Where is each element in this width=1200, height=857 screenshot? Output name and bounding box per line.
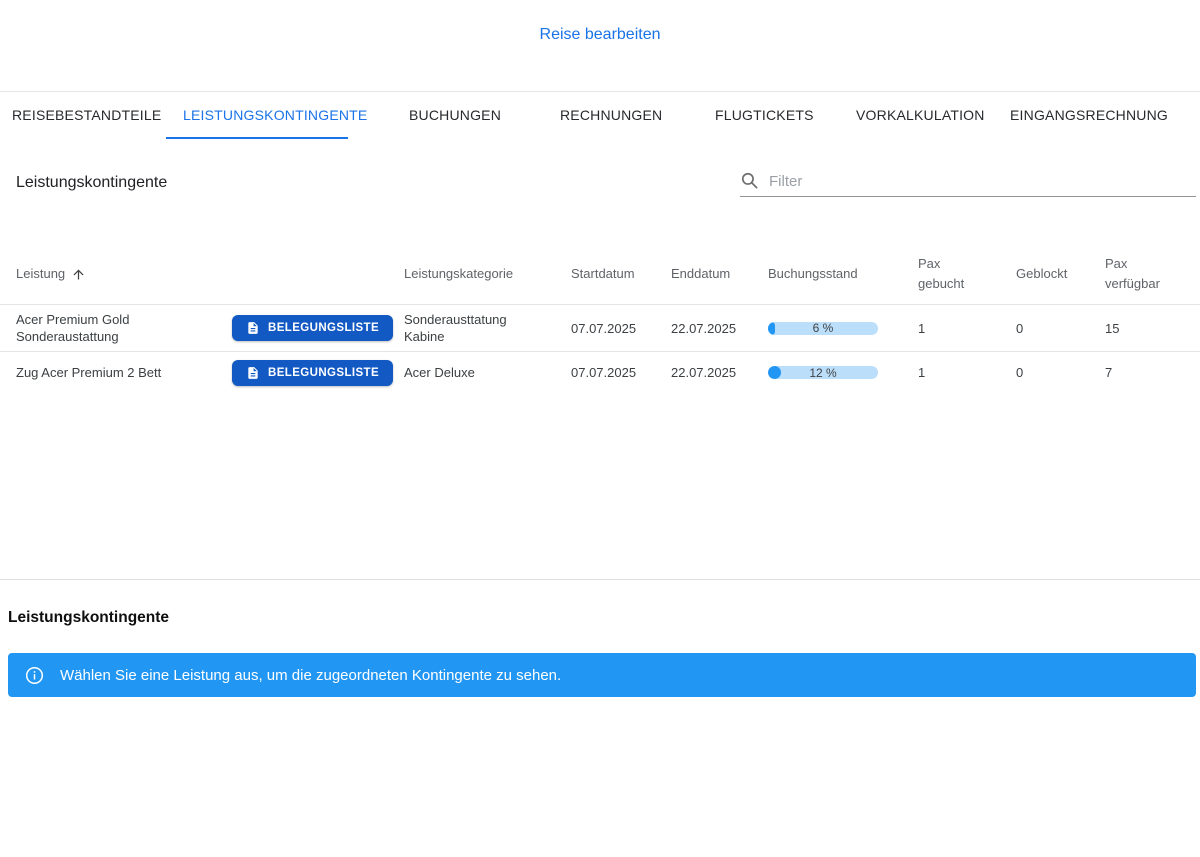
belegungsliste-button[interactable]: BELEGUNGSLISTE xyxy=(232,315,394,341)
info-icon xyxy=(25,666,44,684)
filter-field[interactable] xyxy=(740,167,1196,197)
info-banner: Wählen Sie eine Leistung aus, um die zug… xyxy=(8,653,1196,697)
info-banner-text: Wählen Sie eine Leistung aus, um die zug… xyxy=(60,666,562,684)
geblockt-cell: 0 xyxy=(1016,320,1024,336)
column-leistung-label: Leistung xyxy=(16,266,66,281)
column-buchungsstand: Buchungsstand xyxy=(768,266,858,281)
leistung-cell: Acer Premium Gold Sonderaustattung xyxy=(16,312,130,344)
search-icon xyxy=(741,172,758,189)
kategorie-cell: Sonderausttatung Kabine xyxy=(404,312,507,344)
pax-verfuegbar-cell: 7 xyxy=(1105,365,1113,380)
tab-flugtickets[interactable]: FLUGTICKETS xyxy=(715,92,814,138)
startdatum-cell: 07.07.2025 xyxy=(571,365,637,380)
document-icon xyxy=(248,322,258,334)
tab-eingangsrechnung[interactable]: EINGANGSRECHNUNG xyxy=(1010,92,1168,138)
tab-bar: REISEBESTANDTEILE LEISTUNGSKONTINGENTE B… xyxy=(0,92,1200,143)
column-leistung-sort[interactable]: Leistung xyxy=(16,264,232,284)
tab-rechnungen[interactable]: RECHNUNGEN xyxy=(560,92,662,138)
tab-buchungen[interactable]: BUCHUNGEN xyxy=(409,92,501,138)
active-tab-indicator xyxy=(166,137,348,139)
belegungsliste-label: BELEGUNGSLISTE xyxy=(268,322,380,334)
table-header-row: Leistung Leistungskategorie Startdatum E… xyxy=(0,244,1200,304)
section-title: Leistungskontingente xyxy=(16,174,168,191)
startdatum-cell: 07.07.2025 xyxy=(571,320,637,336)
buchungsstand-progress-bar: 12 % xyxy=(768,366,878,379)
column-leistungskategorie: Leistungskategorie xyxy=(404,266,514,281)
tab-vorkalkulation[interactable]: VORKALKULATION xyxy=(856,92,985,138)
enddatum-cell: 22.07.2025 xyxy=(671,320,737,336)
column-enddatum: Enddatum xyxy=(671,266,731,281)
pax-verfuegbar-cell: 15 xyxy=(1105,320,1120,336)
buchungsstand-progress-bar: 6 % xyxy=(768,321,878,335)
document-icon xyxy=(248,366,258,379)
detail-section-title: Leistungskontingente xyxy=(8,609,170,626)
column-pax-verfuegbar: Pax verfügbar xyxy=(1105,256,1160,291)
leistung-cell: Zug Acer Premium 2 Bett xyxy=(16,365,162,380)
tab-leistungskontingente[interactable]: LEISTUNGSKONTINGENTE xyxy=(183,92,367,138)
kategorie-cell: Acer Deluxe xyxy=(404,365,475,380)
kontingente-table: Leistung Leistungskategorie Startdatum E… xyxy=(0,244,1200,393)
table-row[interactable]: Acer Premium Gold Sonderaustattung BELEG… xyxy=(0,304,1200,351)
column-pax-gebucht: Pax gebucht xyxy=(918,256,965,291)
table-row[interactable]: Zug Acer Premium 2 Bett BELEGUNGSLISTE A… xyxy=(0,351,1200,393)
pax-gebucht-cell: 1 xyxy=(918,320,926,336)
column-startdatum: Startdatum xyxy=(571,266,635,281)
pax-gebucht-cell: 1 xyxy=(918,365,926,380)
geblockt-cell: 0 xyxy=(1016,365,1024,380)
filter-input[interactable] xyxy=(769,173,1196,190)
reise-bearbeiten-link[interactable]: Reise bearbeiten xyxy=(0,26,1200,44)
arrow-up-icon xyxy=(73,269,84,279)
enddatum-cell: 22.07.2025 xyxy=(671,365,737,380)
progress-label: 6 % xyxy=(812,321,834,335)
page-header: Reise bearbeiten xyxy=(0,0,1200,92)
detail-section: Leistungskontingente Wählen Sie eine Lei… xyxy=(0,580,1200,856)
belegungsliste-label: BELEGUNGSLISTE xyxy=(268,366,380,379)
progress-label: 12 % xyxy=(809,366,837,379)
kontingente-section: Leistungskontingente Leistung Leistungsk… xyxy=(0,143,1200,580)
column-geblockt: Geblockt xyxy=(1016,266,1068,281)
tab-reisebestandteile[interactable]: REISEBESTANDTEILE xyxy=(12,92,161,138)
belegungsliste-button[interactable]: BELEGUNGSLISTE xyxy=(232,359,394,386)
